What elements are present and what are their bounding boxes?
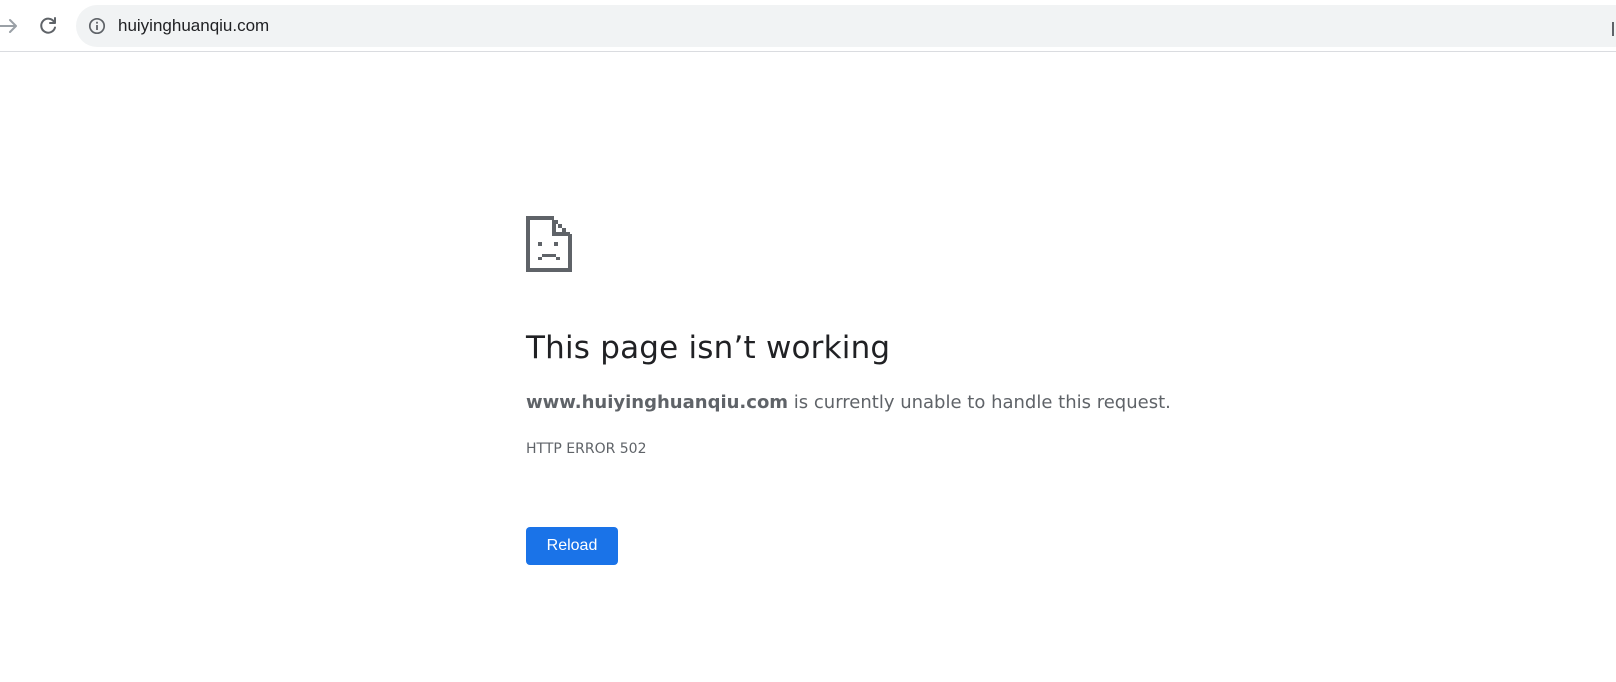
address-bar[interactable]: huiyinghuanqiu.com (76, 5, 1616, 47)
error-summary-text: is currently unable to handle this reque… (788, 392, 1171, 413)
info-icon[interactable] (88, 17, 106, 35)
sad-page-icon (526, 216, 572, 272)
error-host: www.huiyinghuanqiu.com (526, 392, 789, 413)
forward-arrow-icon[interactable] (0, 14, 20, 38)
error-heading: This page isn’t working (526, 330, 891, 366)
reload-button[interactable]: Reload (526, 527, 618, 565)
toolbar-edge-marker (1612, 22, 1614, 36)
reload-icon[interactable] (36, 14, 60, 38)
error-summary: www.huiyinghuanqiu.com is currently unab… (526, 392, 1171, 413)
browser-toolbar: huiyinghuanqiu.com (0, 0, 1616, 52)
url-text[interactable]: huiyinghuanqiu.com (118, 16, 269, 36)
error-code: HTTP ERROR 502 (526, 441, 647, 457)
